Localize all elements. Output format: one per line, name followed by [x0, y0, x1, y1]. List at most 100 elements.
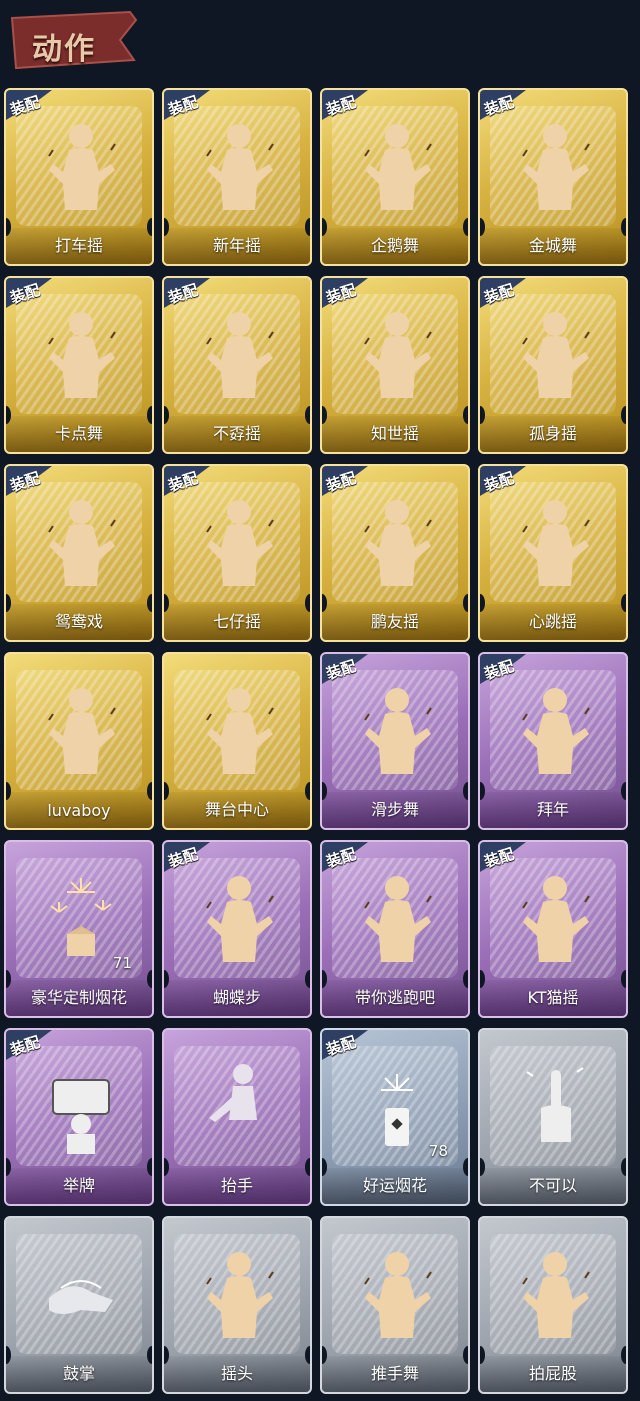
- dance-figure-icon: [357, 120, 437, 215]
- card-label: 好运烟花: [362, 1176, 427, 1195]
- action-card[interactable]: 推手舞: [320, 1216, 470, 1394]
- action-card[interactable]: 鹏友摇 装配: [320, 464, 470, 642]
- equipped-badge: 装配: [480, 466, 526, 496]
- action-card[interactable]: 不孬摇 装配: [162, 276, 312, 454]
- equipped-badge: 装配: [322, 278, 368, 308]
- action-card[interactable]: 金城舞 装配: [478, 88, 628, 266]
- card-label: 舞台中心: [204, 800, 269, 819]
- dance-figure-icon: [199, 120, 279, 215]
- card-label: 知世摇: [370, 424, 419, 443]
- card-label: 金城舞: [528, 236, 577, 255]
- clapping-icon: [41, 1248, 121, 1343]
- title-banner: 动作: [10, 10, 138, 70]
- dance-figure-icon: [357, 684, 437, 779]
- equipped-badge: 装配: [480, 842, 526, 872]
- equipped-badge: 装配: [6, 466, 52, 496]
- dance-figure-icon: [357, 1248, 437, 1343]
- action-card[interactable]: 七仔摇 装配: [162, 464, 312, 642]
- action-card[interactable]: 卡点舞 装配: [4, 276, 154, 454]
- card-label: 卡点舞: [54, 424, 103, 443]
- equipped-badge: 装配: [164, 90, 210, 120]
- equipped-badge: 装配: [322, 654, 368, 684]
- action-card[interactable]: 鸳鸯戏 装配: [4, 464, 154, 642]
- dance-figure-icon: [199, 872, 279, 967]
- firework-can-icon: [357, 1060, 437, 1155]
- dance-figure-icon: [357, 496, 437, 591]
- action-card[interactable]: 拜年 装配: [478, 652, 628, 830]
- card-label: 不孬摇: [212, 424, 261, 443]
- card-label: 推手舞: [370, 1364, 419, 1383]
- dance-figure-icon: [515, 308, 595, 403]
- dance-figure-icon: [41, 684, 121, 779]
- action-card[interactable]: 蝴蝶步 装配: [162, 840, 312, 1018]
- action-card[interactable]: 举牌 装配: [4, 1028, 154, 1206]
- equipped-badge: 装配: [164, 466, 210, 496]
- card-label: 打车摇: [54, 236, 103, 255]
- action-card[interactable]: 舞台中心: [162, 652, 312, 830]
- action-card[interactable]: 不可以: [478, 1028, 628, 1206]
- card-label: 抬手: [220, 1176, 253, 1195]
- action-card[interactable]: KT猫摇 装配: [478, 840, 628, 1018]
- equipped-badge: 装配: [164, 842, 210, 872]
- card-label: 不可以: [528, 1176, 577, 1195]
- dance-figure-icon: [41, 120, 121, 215]
- action-card[interactable]: 拍屁股: [478, 1216, 628, 1394]
- equipped-badge: 装配: [480, 654, 526, 684]
- equipped-badge: 装配: [322, 842, 368, 872]
- dance-figure-icon: [41, 308, 121, 403]
- finger-wag-icon: [515, 1060, 595, 1155]
- action-card[interactable]: 心跳摇 装配: [478, 464, 628, 642]
- card-label: 鹏友摇: [370, 612, 419, 631]
- action-card[interactable]: 带你逃跑吧 装配: [320, 840, 470, 1018]
- action-card[interactable]: 打车摇 装配: [4, 88, 154, 266]
- equipped-badge: 装配: [322, 1030, 368, 1060]
- card-label: 拍屁股: [528, 1364, 577, 1383]
- action-card[interactable]: 豪华定制烟花 71: [4, 840, 154, 1018]
- action-card[interactable]: 鼓掌: [4, 1216, 154, 1394]
- card-label: 七仔摇: [212, 612, 261, 631]
- equipped-badge: 装配: [480, 278, 526, 308]
- card-label: 鼓掌: [62, 1364, 95, 1383]
- action-card[interactable]: 摇头: [162, 1216, 312, 1394]
- dance-figure-icon: [357, 872, 437, 967]
- action-card[interactable]: luvaboy: [4, 652, 154, 830]
- card-label: 滑步舞: [370, 800, 419, 819]
- action-card[interactable]: 抬手: [162, 1028, 312, 1206]
- dance-figure-icon: [515, 120, 595, 215]
- card-label: 新年摇: [212, 236, 261, 255]
- dance-figure-icon: [41, 496, 121, 591]
- card-label: KT猫摇: [527, 988, 579, 1007]
- equipped-badge: 装配: [6, 278, 52, 308]
- equipped-badge: 装配: [6, 90, 52, 120]
- dance-figure-icon: [199, 496, 279, 591]
- action-card[interactable]: 知世摇 装配: [320, 276, 470, 454]
- equipped-badge: 装配: [6, 1030, 52, 1060]
- equipped-badge: 装配: [164, 278, 210, 308]
- dance-figure-icon: [357, 308, 437, 403]
- card-label: 拜年: [536, 800, 569, 819]
- firework-box-icon: [41, 872, 121, 967]
- card-label: 举牌: [62, 1176, 95, 1195]
- dance-figure-icon: [199, 1248, 279, 1343]
- dance-figure-icon: [515, 684, 595, 779]
- card-label: 豪华定制烟花: [30, 988, 127, 1007]
- card-label: 鸳鸯戏: [54, 612, 103, 631]
- dance-figure-icon: [199, 308, 279, 403]
- equipped-badge: 装配: [322, 466, 368, 496]
- action-card[interactable]: 新年摇 装配: [162, 88, 312, 266]
- card-label: 企鹅舞: [370, 236, 419, 255]
- action-card[interactable]: 好运烟花 78 装配: [320, 1028, 470, 1206]
- item-count: 78: [428, 1142, 448, 1160]
- card-label: luvaboy: [47, 801, 111, 820]
- action-card[interactable]: 滑步舞 装配: [320, 652, 470, 830]
- action-card[interactable]: 企鹅舞 装配: [320, 88, 470, 266]
- raise-hand-icon: [199, 1060, 279, 1155]
- dance-figure-icon: [199, 684, 279, 779]
- page-title: 动作: [32, 32, 96, 67]
- dance-figure-icon: [515, 872, 595, 967]
- action-card[interactable]: 孤身摇 装配: [478, 276, 628, 454]
- card-label: 带你逃跑吧: [354, 988, 435, 1007]
- card-label: 心跳摇: [528, 612, 577, 631]
- card-label: 蝴蝶步: [212, 988, 261, 1007]
- equipped-badge: 装配: [322, 90, 368, 120]
